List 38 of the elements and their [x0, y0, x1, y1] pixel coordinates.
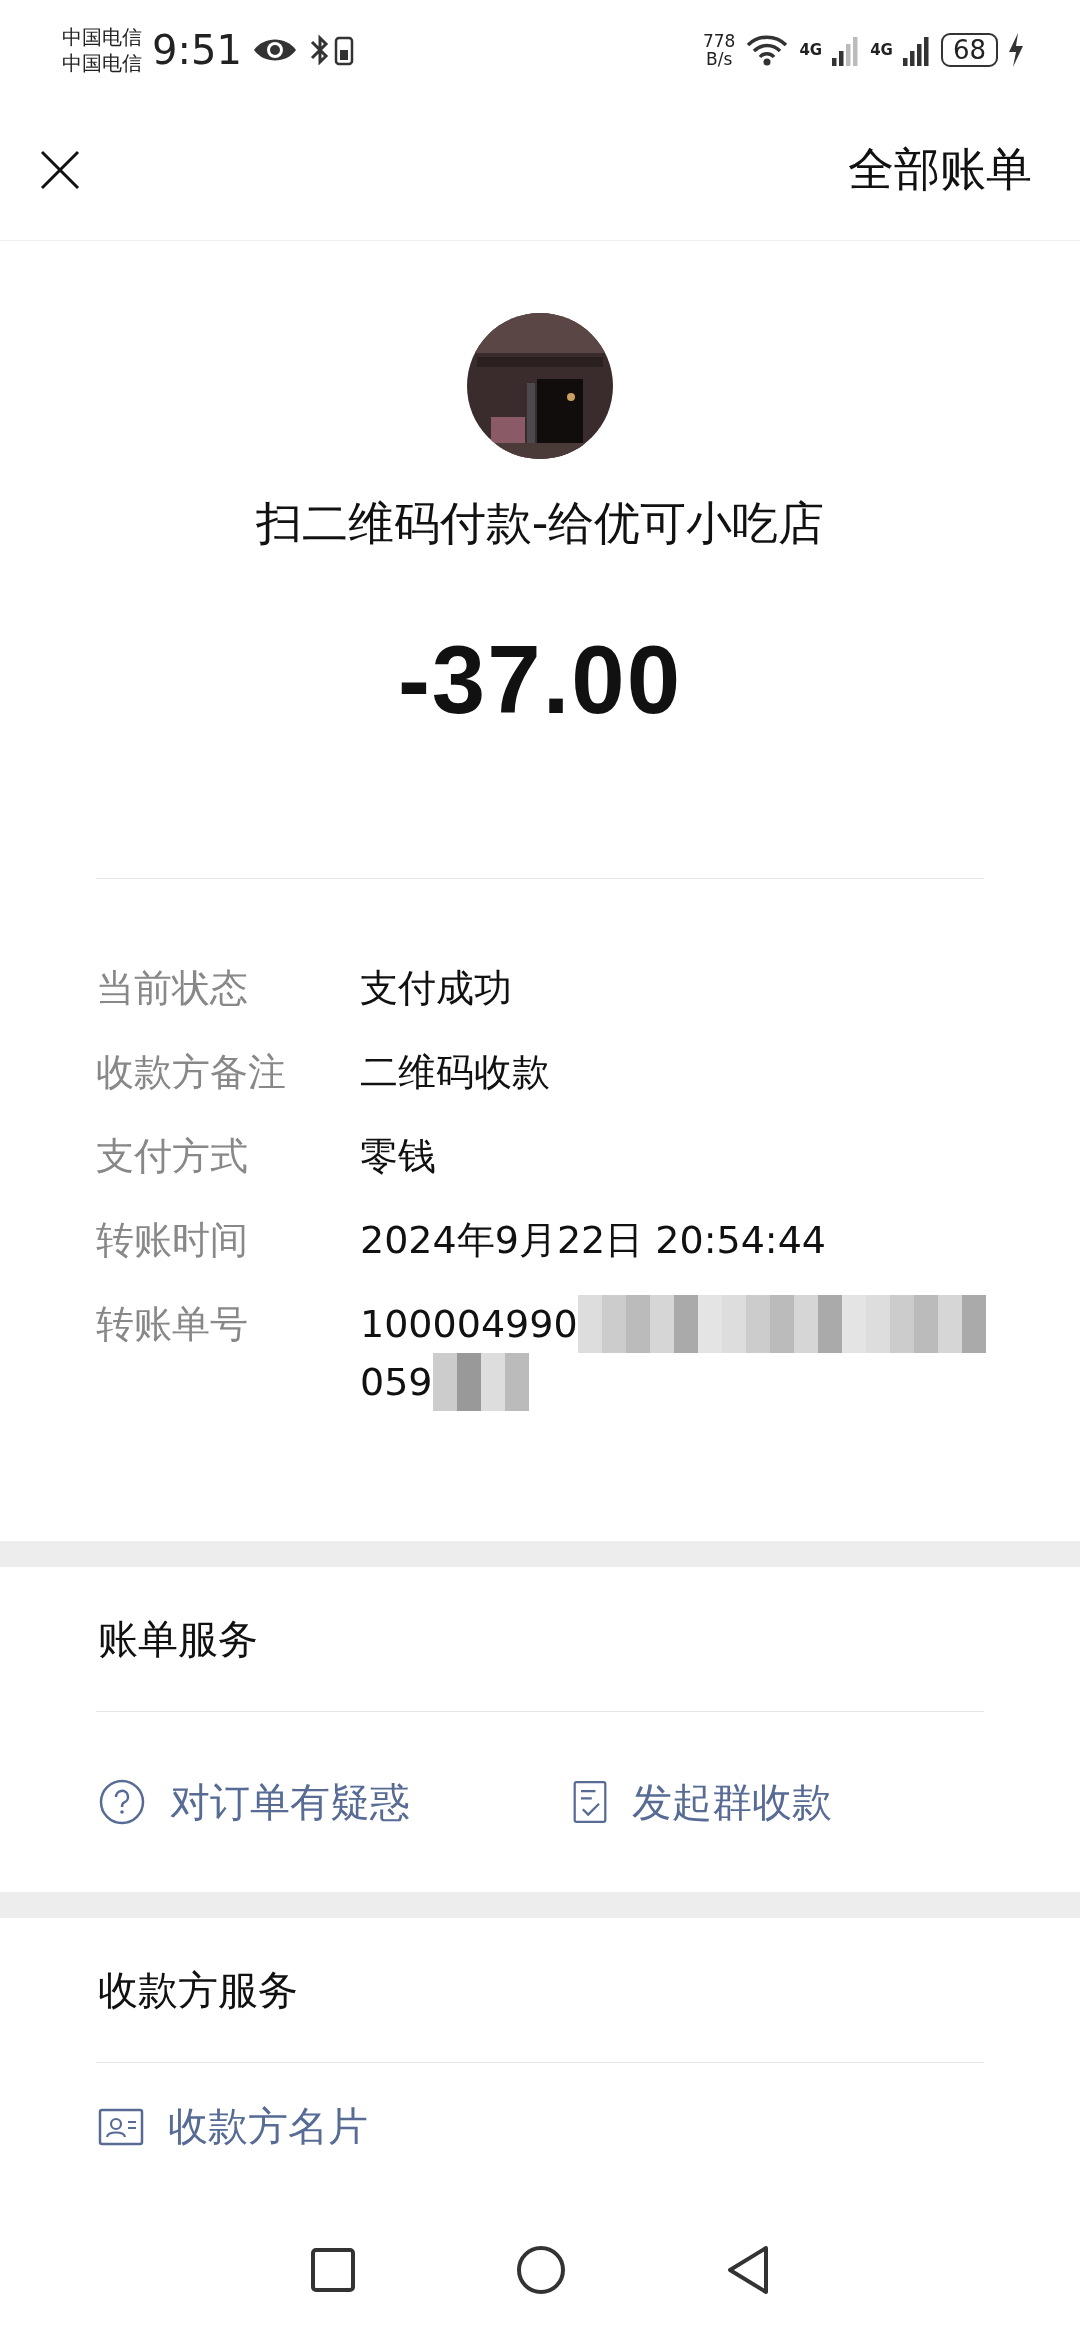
detail-value: 零钱: [360, 1133, 436, 1180]
merchant-title: 扫二维码付款-给优可小吃店: [255, 495, 825, 552]
recent-apps-icon[interactable]: [310, 2247, 356, 2293]
detail-value: 2024年9月22日 20:54:44: [360, 1217, 826, 1264]
network-type: 4G: [799, 41, 823, 59]
battery-level: 68: [940, 33, 998, 67]
action-link[interactable]: 对订单有疑惑: [170, 1774, 410, 1830]
home-icon[interactable]: [516, 2245, 566, 2295]
signal-icon: [902, 34, 931, 66]
charging-icon: [1008, 33, 1024, 67]
network-type: 4G: [870, 41, 893, 59]
section-title: 收款方服务: [97, 1965, 299, 2015]
detail-value: 支付成功: [360, 965, 512, 1012]
amount: -37.00: [397, 625, 683, 735]
section-title: 账单服务: [97, 1614, 259, 1664]
carrier-label: 中国电信: [62, 50, 142, 76]
detail-label: 收款方备注: [96, 1049, 287, 1096]
detail-label: 支付方式: [96, 1133, 249, 1180]
clock: 9:51: [152, 27, 242, 73]
carrier-label: 中国电信: [62, 24, 142, 50]
checklist-icon: [572, 1778, 608, 1826]
wifi-icon: [745, 33, 790, 67]
detail-label: 转账单号: [96, 1301, 249, 1348]
detail-label: 当前状态: [96, 965, 249, 1012]
action-link[interactable]: 收款方名片: [168, 2099, 368, 2154]
back-icon[interactable]: [726, 2245, 770, 2295]
network-speed: B/s: [706, 50, 733, 68]
all-bills-link[interactable]: 全部账单: [848, 139, 1032, 201]
detail-value: 100004990: [360, 1295, 578, 1353]
question-icon: [98, 1778, 146, 1826]
detail-value: 二维码收款: [360, 1049, 550, 1096]
detail-value: 059: [360, 1353, 433, 1411]
close-icon[interactable]: [40, 150, 80, 190]
detail-label: 转账时间: [96, 1217, 249, 1264]
signal-icon: [832, 34, 861, 66]
contact-card-icon: [98, 2107, 144, 2146]
action-link[interactable]: 发起群收款: [632, 1774, 832, 1830]
network-speed: 778: [702, 32, 736, 50]
